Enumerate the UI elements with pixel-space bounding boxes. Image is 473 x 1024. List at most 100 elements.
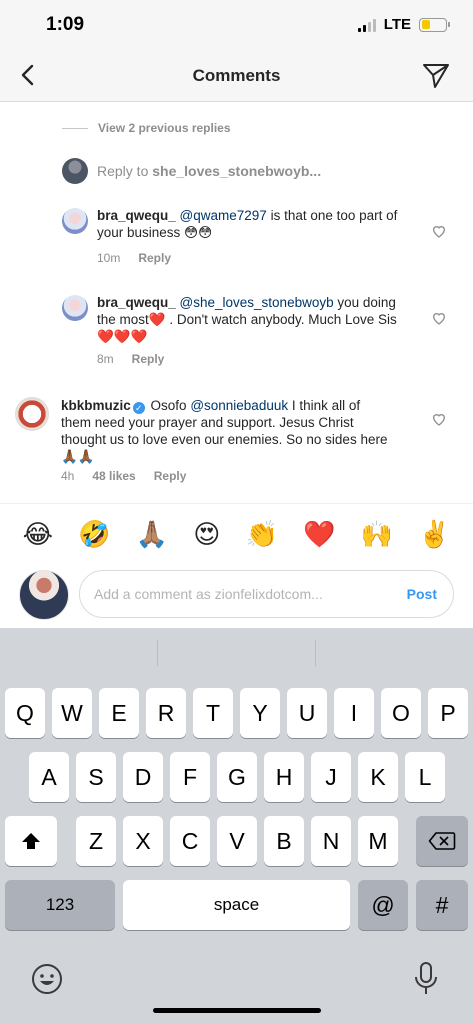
key[interactable]: S [76, 752, 116, 802]
backspace-key[interactable] [416, 816, 468, 866]
reply-button[interactable]: Reply [138, 251, 171, 265]
like-button[interactable] [431, 310, 447, 326]
hash-key[interactable]: # [416, 880, 468, 930]
network-label: LTE [383, 16, 411, 33]
key[interactable]: O [381, 688, 421, 738]
heart-outline-icon [432, 313, 446, 325]
reply-to-prompt[interactable]: Reply to she_loves_stonebwoyb... [62, 158, 321, 184]
key[interactable]: H [264, 752, 304, 802]
direct-share-button[interactable] [421, 60, 451, 90]
avatar[interactable] [62, 295, 88, 321]
post-button[interactable]: Post [407, 586, 437, 602]
dictation-button[interactable] [411, 960, 441, 1003]
emoji-button[interactable]: ❤️ [303, 519, 335, 550]
emoji-button[interactable]: 🙌 [361, 519, 393, 550]
emoji-button[interactable]: 😍 [193, 519, 220, 550]
avatar[interactable] [62, 208, 88, 234]
shift-icon [22, 833, 40, 849]
comment-time: 10m [97, 251, 121, 265]
comment-time: 4h [61, 469, 75, 483]
emoji-button[interactable]: 🙏🏽 [136, 519, 168, 550]
key[interactable]: P [428, 688, 468, 738]
like-button[interactable] [431, 411, 447, 427]
avatar[interactable] [15, 397, 49, 431]
key[interactable]: F [170, 752, 210, 802]
header: Comments [0, 50, 473, 102]
emoji-button[interactable]: 😂 [23, 519, 53, 550]
key[interactable]: A [29, 752, 69, 802]
comment-mention[interactable]: @sonniebaduuk [190, 398, 288, 413]
view-previous-replies[interactable]: View 2 previous replies [62, 121, 231, 135]
home-indicator[interactable] [153, 1008, 321, 1013]
comment-meta: 10m Reply [97, 251, 171, 265]
key[interactable]: X [123, 816, 163, 866]
key[interactable]: E [99, 688, 139, 738]
avatar [19, 570, 69, 620]
key[interactable]: M [358, 816, 398, 866]
key[interactable]: C [170, 816, 210, 866]
like-button[interactable] [431, 223, 447, 239]
key[interactable]: Q [5, 688, 45, 738]
comment-time: 8m [97, 352, 114, 366]
status-time: 1:09 [46, 14, 85, 35]
comment-reply-2: bra_qwequ_ @she_loves_stonebwoyb you doi… [0, 292, 473, 372]
page-title: Comments [192, 66, 281, 85]
divider-line [62, 127, 88, 129]
key[interactable]: Y [240, 688, 280, 738]
key[interactable]: I [334, 688, 374, 738]
numbers-key[interactable]: 123 [5, 880, 115, 930]
emoji-button[interactable]: 👏 [245, 519, 277, 550]
keyboard: Q W E R T Y U I O P A S D F G H J K L Z … [0, 628, 473, 1024]
comment-meta: 4h 48 likes Reply [61, 469, 186, 483]
comment-username[interactable]: bra_qwequ_ [97, 208, 176, 223]
emoji-keyboard-button[interactable] [30, 962, 64, 1001]
shift-key[interactable] [5, 816, 57, 866]
key[interactable]: J [311, 752, 351, 802]
comment-mention[interactable]: @she_loves_stonebwoyb [180, 295, 334, 310]
key[interactable]: K [358, 752, 398, 802]
key[interactable]: Z [76, 816, 116, 866]
divider [315, 640, 316, 666]
verified-badge-icon: ✓ [132, 402, 145, 414]
comment-reply-1: bra_qwequ_ @qwame7297 is that one too pa… [0, 205, 473, 275]
at-key[interactable]: @ [358, 880, 408, 930]
key[interactable]: G [217, 752, 257, 802]
comment-meta: 8m Reply [97, 352, 164, 366]
comment-username[interactable]: bra_qwequ_ [97, 295, 176, 310]
comment-mention[interactable]: @qwame7297 [180, 208, 267, 223]
microphone-icon [415, 962, 437, 994]
heart-outline-icon [432, 414, 446, 426]
key[interactable]: L [405, 752, 445, 802]
divider [157, 640, 158, 666]
emoji-button[interactable]: 🤣 [78, 519, 110, 550]
key[interactable]: T [193, 688, 233, 738]
comment-input[interactable] [94, 586, 407, 602]
key[interactable]: D [123, 752, 163, 802]
reply-button[interactable]: Reply [154, 469, 187, 483]
battery-icon [419, 17, 450, 32]
key[interactable]: N [311, 816, 351, 866]
key[interactable]: R [146, 688, 186, 738]
view-previous-label: View 2 previous replies [98, 121, 231, 135]
key[interactable]: B [264, 816, 304, 866]
emoji-button[interactable]: ✌️ [418, 519, 450, 550]
emoji-quick-bar: 😂 🤣 🙏🏽 😍 👏 ❤️ 🙌 ✌️ [0, 503, 473, 565]
key[interactable]: U [287, 688, 327, 738]
emoji-icon [32, 964, 62, 994]
key[interactable]: W [52, 688, 92, 738]
comment-text: bra_qwequ_ @qwame7297 is that one too pa… [97, 208, 398, 240]
comment-username[interactable]: kbkbmuzic [61, 398, 131, 413]
comment-text: bra_qwequ_ @she_loves_stonebwoyb you doi… [97, 295, 397, 344]
comment-input-box[interactable]: Post [79, 570, 454, 618]
like-count[interactable]: 48 likes [92, 469, 135, 483]
comment-composer: Post [0, 565, 473, 627]
backspace-icon [428, 832, 456, 850]
reply-to-text: Reply to she_loves_stonebwoyb... [97, 163, 322, 179]
reply-button[interactable]: Reply [132, 352, 165, 366]
key[interactable]: V [217, 816, 257, 866]
comments-list: View 2 previous replies Reply to she_lov… [0, 103, 473, 503]
comment-text: kbkbmuzic ✓ Osofo @sonniebaduuk I think a… [61, 398, 388, 464]
comment-3: kbkbmuzic ✓ Osofo @sonniebaduuk I think a… [0, 395, 473, 490]
status-indicators: LTE [357, 16, 450, 33]
space-key[interactable]: space [123, 880, 350, 930]
